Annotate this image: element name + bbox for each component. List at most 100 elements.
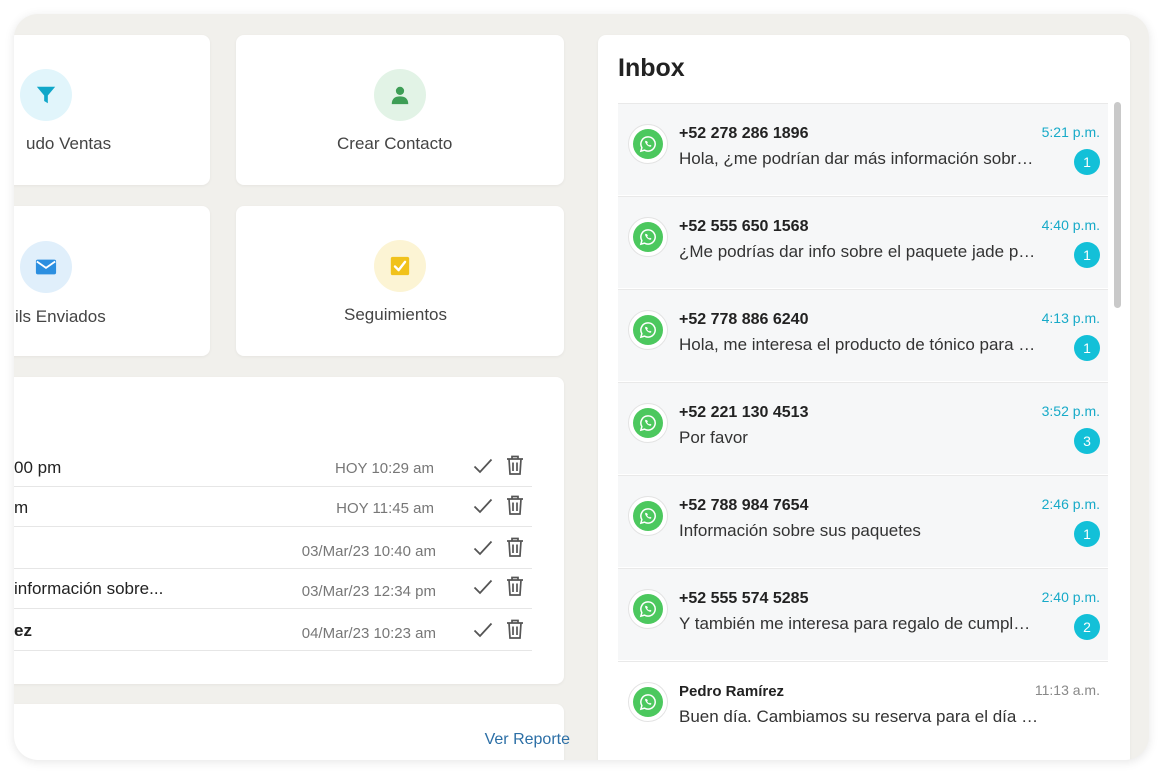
conversation-name: +52 788 984 7654 — [679, 497, 809, 514]
report-card: Ver Reporte — [14, 704, 570, 760]
quick-action-follow-ups[interactable]: Seguimientos — [236, 206, 564, 356]
conversation-item[interactable]: +52 221 130 4513 Por favor 3:52 p.m. 3 — [618, 382, 1108, 474]
quick-action-label: udo Ventas — [26, 134, 112, 153]
conversation-time: 2:46 p.m. — [1041, 496, 1100, 512]
quick-action-label: ils Enviados — [15, 307, 106, 326]
unread-badge: 3 — [1074, 428, 1100, 454]
task-row[interactable]: m HOY 11:45 am — [14, 487, 532, 527]
quick-action-sales-funnel[interactable]: udo Ventas — [14, 35, 210, 185]
whatsapp-icon — [639, 694, 656, 711]
task-row[interactable]: 00 pm HOY 10:29 am — [14, 447, 532, 487]
conversation-time: 5:21 p.m. — [1041, 124, 1100, 140]
task-date: HOY 10:29 am — [335, 460, 434, 477]
task-date: 03/Mar/23 10:40 am — [301, 543, 436, 560]
delete-task-button[interactable] — [504, 617, 526, 641]
task-row[interactable]: 03/Mar/23 10:40 am — [14, 527, 532, 569]
envelope-icon — [35, 259, 57, 275]
user-icon-circle — [374, 69, 426, 121]
checkbox-icon-circle — [374, 240, 426, 292]
task-row[interactable]: información sobre... 03/Mar/23 12:34 pm — [14, 569, 532, 609]
inbox-panel: Inbox +52 278 286 1896 Hola, ¿me podrían… — [598, 35, 1130, 760]
conversation-preview: Buen día. Cambiamos su reserva para el d… — [679, 707, 1039, 726]
unread-badge: 1 — [1074, 335, 1100, 361]
conversation-item[interactable]: +52 555 574 5285 Y también me interesa p… — [618, 568, 1108, 660]
task-date: 03/Mar/23 12:34 pm — [301, 583, 436, 600]
conversation-preview: Por favor — [679, 428, 748, 447]
inbox-conversation-list: +52 278 286 1896 Hola, ¿me podrían dar m… — [618, 103, 1108, 760]
whatsapp-avatar — [628, 403, 668, 443]
quick-action-label: Crear Contacto — [337, 134, 453, 153]
complete-task-button[interactable] — [472, 536, 494, 560]
user-icon — [391, 86, 409, 105]
whatsapp-icon — [639, 415, 656, 432]
unread-badge: 1 — [1074, 242, 1100, 268]
conversation-name: +52 555 574 5285 — [679, 590, 809, 607]
quick-action-create-contact[interactable]: Crear Contacto — [236, 35, 564, 185]
whatsapp-icon — [639, 508, 656, 525]
app-frame: udo Ventas Crear Contacto ils Enviados S… — [14, 14, 1149, 760]
conversation-preview: ¿Me podrías dar info sobre el paquete ja… — [679, 242, 1039, 261]
whatsapp-avatar — [628, 496, 668, 536]
checkmark-icon — [473, 540, 493, 556]
conversation-time: 4:40 p.m. — [1041, 217, 1100, 233]
view-report-link[interactable]: Ver Reporte — [485, 731, 570, 749]
conversation-time: 11:13 a.m. — [1034, 682, 1100, 698]
inbox-title: Inbox — [618, 54, 685, 82]
conversation-name: +52 278 286 1896 — [679, 125, 809, 142]
trash-icon — [507, 576, 523, 596]
conversation-item[interactable]: +52 555 650 1568 ¿Me podrías dar info so… — [618, 196, 1108, 288]
task-title: ez — [14, 621, 32, 640]
checkbox-icon — [390, 256, 410, 276]
whatsapp-avatar — [628, 310, 668, 350]
whatsapp-icon — [639, 322, 656, 339]
unread-badge: 1 — [1074, 149, 1100, 175]
conversation-preview: Hola, ¿me podrían dar más información so… — [679, 149, 1039, 168]
conversation-preview: Información sobre sus paquetes — [679, 521, 921, 540]
delete-task-button[interactable] — [504, 574, 526, 598]
funnel-icon-circle — [20, 69, 72, 121]
conversation-item[interactable]: +52 788 984 7654 Información sobre sus p… — [618, 475, 1108, 567]
conversation-item[interactable]: +52 778 886 6240 Hola, me interesa el pr… — [618, 289, 1108, 381]
whatsapp-avatar — [628, 589, 668, 629]
whatsapp-avatar — [628, 217, 668, 257]
task-title: información sobre... — [14, 579, 164, 598]
whatsapp-icon — [639, 136, 656, 153]
checkmark-icon — [473, 498, 493, 514]
delete-task-button[interactable] — [504, 453, 526, 477]
whatsapp-avatar — [628, 124, 668, 164]
whatsapp-avatar — [628, 682, 668, 722]
trash-icon — [507, 495, 523, 515]
conversation-name: Pedro Ramírez — [679, 683, 785, 700]
conversation-preview: Hola, me interesa el producto de tónico … — [679, 335, 1039, 354]
conversation-item[interactable]: +52 278 286 1896 Hola, ¿me podrían dar m… — [618, 103, 1108, 195]
tasks-list: 00 pm HOY 10:29 am m HOY 11:45 am 03/Mar… — [14, 447, 554, 667]
task-title: m — [14, 498, 29, 517]
complete-task-button[interactable] — [472, 454, 494, 478]
trash-icon — [507, 537, 523, 557]
trash-icon — [507, 619, 523, 639]
unread-badge: 1 — [1074, 521, 1100, 547]
checkmark-icon — [473, 458, 493, 474]
task-title: 00 pm — [14, 458, 62, 477]
conversation-item[interactable]: Pedro Ramírez Buen día. Cambiamos su res… — [618, 661, 1108, 753]
complete-task-button[interactable] — [472, 575, 494, 599]
trash-icon — [507, 455, 523, 475]
whatsapp-icon — [639, 601, 656, 618]
conversation-name: +52 555 650 1568 — [679, 218, 809, 235]
complete-task-button[interactable] — [472, 494, 494, 518]
inbox-scrollbar-thumb[interactable] — [1114, 102, 1121, 308]
conversation-preview: Y también me interesa para regalo de cum… — [679, 614, 1039, 633]
delete-task-button[interactable] — [504, 493, 526, 517]
inbox-scrollbar[interactable] — [1114, 102, 1121, 752]
conversation-time: 4:13 p.m. — [1041, 310, 1100, 326]
whatsapp-icon — [639, 229, 656, 246]
quick-action-emails-sent[interactable]: ils Enviados — [14, 206, 210, 356]
envelope-icon-circle — [20, 241, 72, 293]
funnel-icon — [36, 86, 56, 104]
unread-badge: 2 — [1074, 614, 1100, 640]
conversation-time: 2:40 p.m. — [1041, 589, 1100, 605]
complete-task-button[interactable] — [472, 618, 494, 642]
delete-task-button[interactable] — [504, 535, 526, 559]
checkmark-icon — [473, 622, 493, 638]
task-row[interactable]: ez 04/Mar/23 10:23 am — [14, 609, 532, 651]
